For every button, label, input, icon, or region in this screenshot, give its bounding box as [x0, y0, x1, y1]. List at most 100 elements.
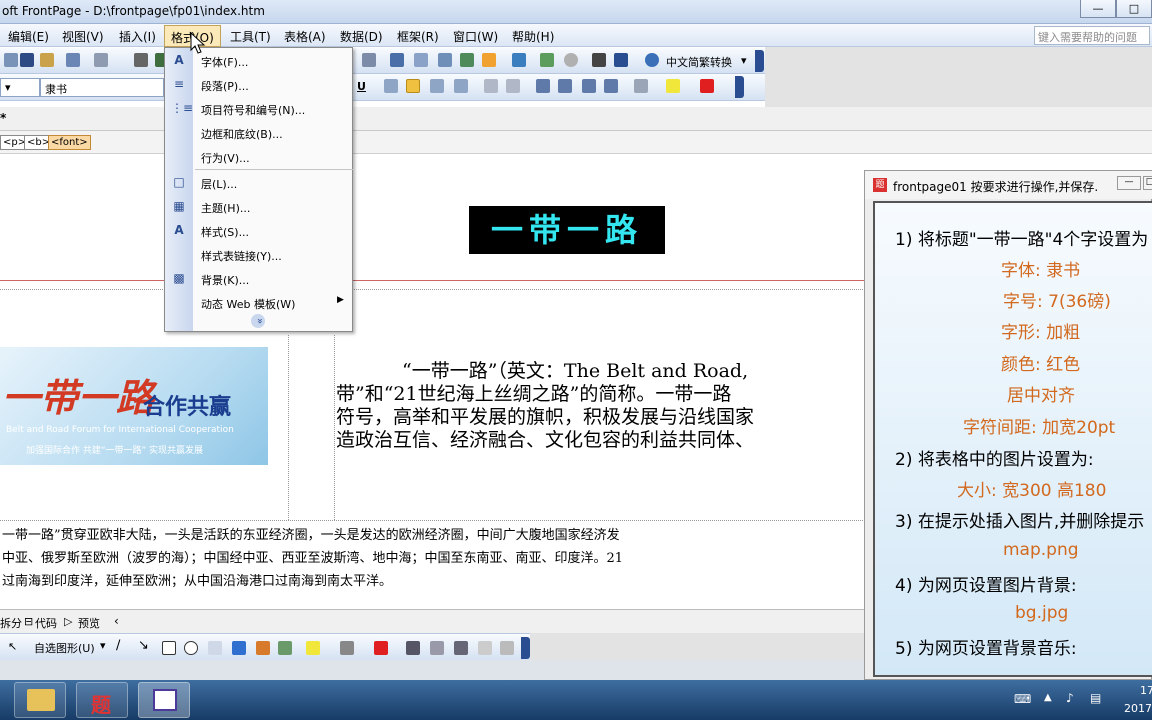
font-color-icon[interactable] [374, 641, 388, 655]
menu-item-borders[interactable]: 边框和底纹(B)... [201, 126, 283, 142]
chevron-down-icon[interactable]: ▾ [741, 54, 747, 67]
toolbar-grip-3[interactable] [521, 637, 530, 659]
increase-font-icon[interactable] [484, 79, 498, 93]
menu-item-theme[interactable]: 主题(H)... [201, 200, 250, 216]
align-right-icon[interactable] [430, 79, 444, 93]
page-banner-title[interactable]: 一带一路 [469, 206, 665, 254]
menu-icon[interactable] [4, 53, 18, 67]
bulleted-list-icon[interactable] [558, 79, 572, 93]
tab-preview[interactable]: 预览 [78, 615, 100, 631]
refresh-icon[interactable] [540, 53, 554, 67]
shadow-icon[interactable] [478, 641, 492, 655]
menu-item-stylesheet-links[interactable]: 样式表链接(Y)... [201, 248, 282, 264]
redo-icon[interactable] [362, 53, 376, 67]
insert-picture-icon[interactable] [460, 53, 474, 67]
tab-scroll-left-icon[interactable]: ‹ [114, 614, 119, 628]
highlight-icon[interactable] [666, 79, 680, 93]
anchor-icon[interactable] [614, 53, 628, 67]
style-select[interactable]: ▾ [0, 78, 40, 97]
align-left-icon[interactable] [384, 79, 398, 93]
clock-time[interactable]: 17 [1140, 684, 1152, 697]
volume-icon[interactable]: ♪ [1066, 691, 1074, 705]
underline-button[interactable]: U [357, 80, 366, 93]
hyperlink-icon[interactable] [512, 53, 526, 67]
line-icon[interactable]: ∕ [116, 638, 120, 653]
network-icon[interactable]: ▤ [1090, 691, 1101, 705]
autoshapes-button[interactable]: 自选图形(U) [34, 640, 95, 656]
menu-item-dynamic-web-template[interactable]: 动态 Web 模板(W) [201, 296, 295, 312]
insert-table-icon[interactable] [414, 53, 428, 67]
belt-road-image[interactable]: 一带一路 合作共赢 Belt and Road Forum for Intern… [0, 347, 268, 465]
textbox-icon[interactable] [208, 641, 222, 655]
save-icon[interactable] [20, 53, 34, 67]
menu-table[interactable]: 表格(A) [284, 28, 326, 45]
decrease-indent-icon[interactable] [582, 79, 596, 93]
explorer-taskbar-button[interactable] [14, 682, 66, 718]
picture-icon[interactable] [278, 641, 292, 655]
help-search-input[interactable]: 键入需要帮助的问题 [1034, 26, 1150, 45]
decrease-font-icon[interactable] [506, 79, 520, 93]
border-icon[interactable] [634, 79, 648, 93]
chinese-convert-button[interactable]: 中文简繁转换 [666, 54, 732, 70]
toolbar-grip[interactable] [755, 50, 764, 72]
dash-style-icon[interactable] [430, 641, 444, 655]
tray-expand-icon[interactable]: ▲ [1044, 692, 1052, 703]
menu-item-behaviors[interactable]: 行为(V)... [201, 150, 250, 166]
insert-component-icon[interactable] [390, 53, 404, 67]
font-select[interactable]: 隶书 [40, 78, 164, 97]
minimize-button[interactable]: — [1080, 0, 1116, 18]
clock-date[interactable]: 2017 [1124, 702, 1152, 715]
keyboard-icon[interactable]: ⌨ [1014, 692, 1031, 706]
stop-icon[interactable] [564, 53, 578, 67]
align-center-icon[interactable] [406, 79, 420, 93]
menu-insert[interactable]: 插入(I) [119, 28, 156, 45]
menu-item-background[interactable]: 背景(K)... [201, 272, 249, 288]
tag-font[interactable]: <font> [48, 135, 91, 150]
arrow-icon[interactable]: ↘ [138, 638, 149, 653]
menu-item-paragraph[interactable]: 段落(P)... [201, 78, 249, 94]
tab-split[interactable]: 拆分 [0, 615, 22, 631]
panel-restore-button[interactable]: □ [1143, 176, 1152, 190]
tab-code[interactable]: 代码 [35, 615, 57, 631]
increase-indent-icon[interactable] [604, 79, 618, 93]
publish-icon[interactable] [40, 53, 54, 67]
3d-icon[interactable] [500, 641, 514, 655]
menu-view[interactable]: 视图(V) [62, 28, 104, 45]
menu-frames[interactable]: 框架(R) [397, 28, 439, 45]
maximize-button[interactable]: □ [1116, 0, 1152, 18]
select-icon[interactable]: ↖ [8, 640, 17, 653]
menu-data[interactable]: 数据(D) [340, 28, 383, 45]
folder-icon[interactable] [94, 53, 108, 67]
clipart-icon[interactable] [256, 641, 270, 655]
menu-item-style[interactable]: 样式(S)... [201, 224, 249, 240]
body-paragraph[interactable]: 一带一路”贯穿亚欧非大陆，一头是活跃的东亚经济圈，一头是发达的欧洲经济圈，中间广… [2, 524, 867, 593]
toolbar-grip-2[interactable] [735, 76, 744, 98]
oval-icon[interactable] [184, 641, 198, 655]
panel-minimize-button[interactable]: — [1117, 176, 1141, 190]
font-color-icon[interactable] [700, 79, 714, 93]
help-icon[interactable] [645, 53, 659, 67]
insert-layer-icon[interactable] [438, 53, 452, 67]
chevron-down-icon[interactable]: ▾ [100, 639, 106, 652]
print-icon[interactable] [134, 53, 148, 67]
menu-help[interactable]: 帮助(H) [512, 28, 554, 45]
menu-item-bullets[interactable]: 项目符号和编号(N)... [201, 102, 305, 118]
wordart-icon[interactable] [232, 641, 246, 655]
document-tab[interactable]: * [0, 111, 6, 125]
intro-paragraph[interactable]: “一带一路”（英文：The Belt and Road, 带”和“21世纪海上丝… [336, 360, 866, 452]
fill-color-icon[interactable] [306, 641, 320, 655]
menu-tools[interactable]: 工具(T) [230, 28, 271, 45]
drawing-icon[interactable] [482, 53, 496, 67]
rectangle-icon[interactable] [162, 641, 176, 655]
tag-icon[interactable] [592, 53, 606, 67]
line-color-icon[interactable] [340, 641, 354, 655]
expand-menu-icon[interactable]: » [251, 314, 265, 328]
line-style-icon[interactable] [406, 641, 420, 655]
justify-icon[interactable] [454, 79, 468, 93]
menu-item-layer[interactable]: 层(L)... [201, 176, 237, 192]
web-icon[interactable] [66, 53, 80, 67]
question-taskbar-button[interactable]: 题 [76, 682, 128, 718]
menu-window[interactable]: 窗口(W) [453, 28, 498, 45]
menu-item-font[interactable]: 字体(F)... [201, 54, 248, 70]
numbered-list-icon[interactable] [536, 79, 550, 93]
